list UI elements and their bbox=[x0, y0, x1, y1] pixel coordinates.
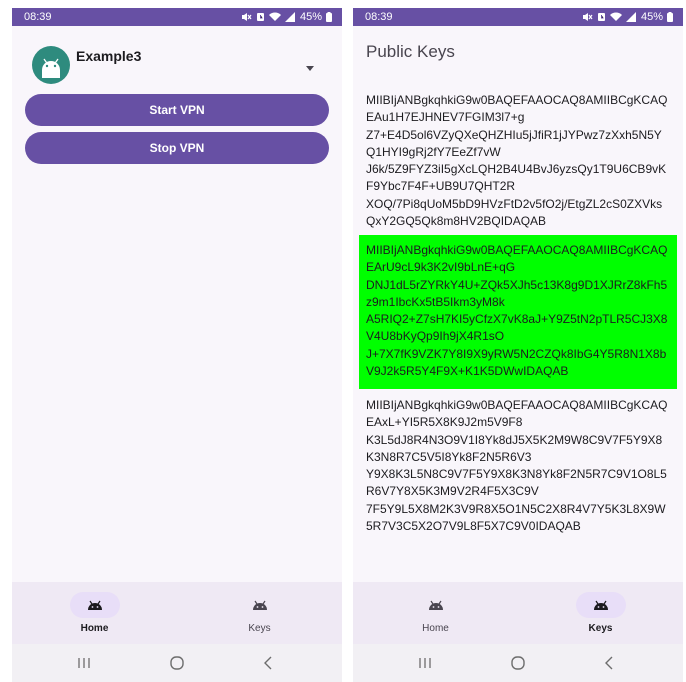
signal-icon bbox=[625, 12, 636, 22]
status-icons: 45% bbox=[582, 11, 673, 23]
nav-label-keys: Keys bbox=[248, 623, 271, 634]
wifi-icon bbox=[609, 12, 622, 21]
app-name: Example3 bbox=[76, 48, 142, 64]
app-selector[interactable]: Example3 bbox=[12, 26, 342, 94]
nav-item-keys[interactable]: Keys bbox=[518, 582, 683, 644]
wifi-icon bbox=[268, 12, 281, 21]
public-key-item-selected[interactable]: MIIBIjANBgkqhkiG9w0BAQEFAAOCAQ8AMIIBCgKC… bbox=[359, 235, 677, 389]
android-app-icon bbox=[32, 46, 70, 84]
battery-level: 45% bbox=[640, 11, 663, 23]
dropdown-arrow-icon[interactable] bbox=[305, 63, 315, 73]
keys-screen: 08:39 45% Public Keys MIIBIjANBgkqhkiG9w… bbox=[353, 8, 683, 682]
battery-icon bbox=[667, 12, 673, 22]
page-title: Public Keys bbox=[366, 42, 455, 61]
nav-item-home[interactable]: Home bbox=[12, 582, 177, 644]
recents-icon[interactable] bbox=[415, 654, 435, 672]
home-circle-icon[interactable] bbox=[167, 654, 187, 672]
recents-icon[interactable] bbox=[74, 654, 94, 672]
nav-item-home[interactable]: Home bbox=[353, 582, 518, 644]
back-icon[interactable] bbox=[600, 654, 620, 672]
android-icon bbox=[428, 600, 443, 610]
alarm-icon bbox=[256, 13, 264, 21]
system-navigation-bar bbox=[353, 644, 683, 682]
nav-pill-keys bbox=[235, 592, 285, 618]
bottom-navigation: Home Keys bbox=[353, 582, 683, 644]
home-circle-icon[interactable] bbox=[508, 654, 528, 672]
mute-icon bbox=[582, 13, 593, 21]
mute-icon bbox=[241, 13, 252, 21]
android-icon bbox=[87, 600, 102, 610]
back-icon[interactable] bbox=[259, 654, 279, 672]
nav-pill-home bbox=[411, 592, 461, 618]
nav-pill-keys bbox=[575, 592, 626, 618]
android-icon bbox=[593, 600, 608, 610]
battery-level: 45% bbox=[299, 11, 322, 23]
status-bar: 08:39 45% bbox=[12, 8, 342, 26]
nav-label-home: Home bbox=[80, 623, 109, 634]
nav-item-keys[interactable]: Keys bbox=[177, 582, 342, 644]
stop-vpn-button[interactable]: Stop VPN bbox=[25, 132, 329, 164]
battery-icon bbox=[326, 12, 332, 22]
status-bar: 08:39 45% bbox=[353, 8, 683, 26]
status-icons: 45% bbox=[241, 11, 332, 23]
status-time: 08:39 bbox=[24, 11, 52, 23]
android-icon bbox=[252, 600, 267, 610]
home-screen: 08:39 45% Example3 Start VPN Stop VPN Ho… bbox=[12, 8, 342, 682]
public-key-item[interactable]: MIIBIjANBgkqhkiG9w0BAQEFAAOCAQ8AMIIBCgKC… bbox=[359, 92, 677, 230]
nav-pill-home bbox=[69, 592, 120, 618]
bottom-navigation: Home Keys bbox=[12, 582, 342, 644]
system-navigation-bar bbox=[12, 644, 342, 682]
public-key-item[interactable]: MIIBIjANBgkqhkiG9w0BAQEFAAOCAQ8AMIIBCgKC… bbox=[359, 397, 677, 537]
start-vpn-button[interactable]: Start VPN bbox=[25, 94, 329, 126]
nav-label-keys: Keys bbox=[588, 623, 613, 634]
status-time: 08:39 bbox=[365, 11, 393, 23]
alarm-icon bbox=[597, 13, 605, 21]
nav-label-home: Home bbox=[422, 623, 449, 634]
signal-icon bbox=[284, 12, 295, 22]
